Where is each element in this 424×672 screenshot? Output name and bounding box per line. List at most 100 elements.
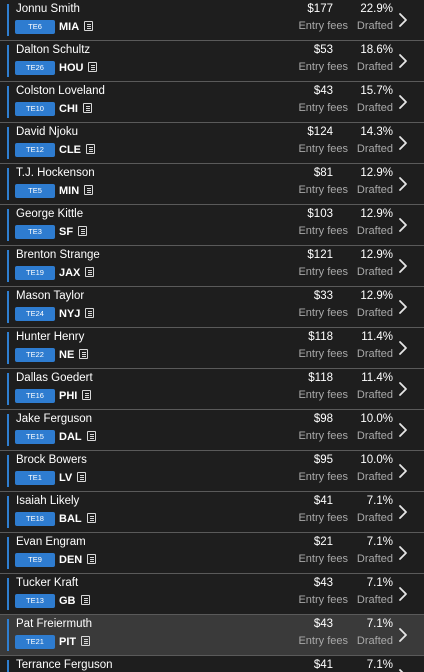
chevron-right-icon[interactable] (396, 463, 410, 479)
drafted-label: Drafted (356, 348, 393, 360)
list-item[interactable]: Mason Taylor TE24 NYJ $33 Entry fees 12.… (0, 287, 424, 328)
list-item[interactable]: Pat Freiermuth TE21 PIT $43 Entry fees 7… (0, 615, 424, 656)
chevron-right-icon[interactable] (396, 504, 410, 520)
chevron-right-icon[interactable] (396, 217, 410, 233)
drafted-percent: 10.0% (360, 413, 393, 425)
list-item[interactable]: Evan Engram TE9 DEN $21 Entry fees 7.1% … (0, 533, 424, 574)
list-item[interactable]: Jonnu Smith TE6 MIA $177 Entry fees 22.9… (0, 0, 424, 41)
chevron-right-icon[interactable] (396, 299, 410, 315)
drafted-percent: 12.9% (360, 167, 393, 179)
entry-fees-label: Entry fees (298, 225, 348, 237)
note-icon[interactable] (77, 472, 86, 482)
drafted-label: Drafted (356, 553, 393, 565)
entry-fees-label: Entry fees (298, 102, 348, 114)
position-rank-badge: TE12 (15, 143, 55, 157)
player-name: Terrance Ferguson (16, 659, 113, 671)
entry-fee-value: $43 (313, 577, 333, 589)
entry-fee-value: $43 (313, 85, 333, 97)
chevron-right-icon[interactable] (396, 422, 410, 438)
list-item[interactable]: Hunter Henry TE22 NE $118 Entry fees 11.… (0, 328, 424, 369)
position-rank-badge: TE16 (15, 389, 55, 403)
position-rank-badge: TE1 (15, 471, 55, 485)
chevron-right-icon[interactable] (396, 668, 410, 672)
drafted-percent: 7.1% (366, 659, 393, 671)
drafted-percent: 22.9% (360, 3, 393, 15)
chevron-right-icon[interactable] (396, 258, 410, 274)
list-item[interactable]: Tucker Kraft TE13 GB $43 Entry fees 7.1%… (0, 574, 424, 615)
chevron-right-icon[interactable] (396, 340, 410, 356)
list-item[interactable]: Brock Bowers TE1 LV $95 Entry fees 10.0%… (0, 451, 424, 492)
note-icon[interactable] (83, 103, 92, 113)
chevron-right-icon[interactable] (396, 12, 410, 28)
chevron-right-icon[interactable] (396, 135, 410, 151)
list-item[interactable]: T.J. Hockenson TE5 MIN $81 Entry fees 12… (0, 164, 424, 205)
player-name: Evan Engram (16, 536, 86, 548)
row-accent-bar (7, 291, 9, 323)
drafted-percent: 7.1% (366, 536, 393, 548)
position-rank-badge: TE21 (15, 635, 55, 649)
row-accent-bar (7, 250, 9, 282)
entry-fee-value: $103 (307, 208, 333, 220)
team-abbreviation: CHI (59, 103, 78, 115)
row-accent-bar (7, 373, 9, 405)
team-abbreviation: MIA (59, 21, 80, 33)
position-rank-badge: TE13 (15, 594, 55, 608)
player-name: Mason Taylor (16, 290, 85, 302)
note-icon[interactable] (88, 62, 97, 72)
drafted-percent: 18.6% (360, 44, 393, 56)
chevron-right-icon[interactable] (396, 94, 410, 110)
list-item[interactable]: George Kittle TE3 SF $103 Entry fees 12.… (0, 205, 424, 246)
entry-fees-label: Entry fees (298, 389, 348, 401)
list-item[interactable]: Dalton Schultz TE26 HOU $53 Entry fees 1… (0, 41, 424, 82)
player-name: Jake Ferguson (16, 413, 93, 425)
chevron-right-icon[interactable] (396, 53, 410, 69)
entry-fees-label: Entry fees (298, 430, 348, 442)
row-accent-bar (7, 496, 9, 528)
position-rank-badge: TE19 (15, 266, 55, 280)
list-item[interactable]: Terrance Ferguson $41 Entry fees 7.1% Dr… (0, 656, 424, 672)
entry-fee-value: $53 (313, 44, 333, 56)
note-icon[interactable] (81, 636, 90, 646)
player-name: George Kittle (16, 208, 84, 220)
list-item[interactable]: Colston Loveland TE10 CHI $43 Entry fees… (0, 82, 424, 123)
row-accent-bar (7, 455, 9, 487)
row-accent-bar (7, 127, 9, 159)
note-icon[interactable] (87, 513, 96, 523)
list-item[interactable]: Brenton Strange TE19 JAX $121 Entry fees… (0, 246, 424, 287)
row-accent-bar (7, 660, 9, 672)
chevron-right-icon[interactable] (396, 176, 410, 192)
drafted-label: Drafted (356, 635, 393, 647)
list-item[interactable]: Jake Ferguson TE15 DAL $98 Entry fees 10… (0, 410, 424, 451)
list-item[interactable]: Isaiah Likely TE18 BAL $41 Entry fees 7.… (0, 492, 424, 533)
note-icon[interactable] (81, 595, 90, 605)
chevron-right-icon[interactable] (396, 545, 410, 561)
team-abbreviation: PHI (59, 390, 78, 402)
position-rank-badge: TE22 (15, 348, 55, 362)
player-name: Jonnu Smith (16, 3, 80, 15)
chevron-right-icon[interactable] (396, 586, 410, 602)
note-icon[interactable] (79, 349, 88, 359)
entry-fee-value: $118 (308, 372, 333, 384)
note-icon[interactable] (78, 226, 87, 236)
chevron-right-icon[interactable] (396, 627, 410, 643)
note-icon[interactable] (87, 431, 96, 441)
player-name: T.J. Hockenson (16, 167, 95, 179)
list-item[interactable]: Dallas Goedert TE16 PHI $118 Entry fees … (0, 369, 424, 410)
drafted-label: Drafted (356, 20, 393, 32)
chevron-right-icon[interactable] (396, 381, 410, 397)
note-icon[interactable] (85, 308, 94, 318)
list-item[interactable]: David Njoku TE12 CLE $124 Entry fees 14.… (0, 123, 424, 164)
note-icon[interactable] (86, 144, 95, 154)
note-icon[interactable] (85, 267, 94, 277)
player-name: Brock Bowers (16, 454, 87, 466)
row-accent-bar (7, 209, 9, 241)
note-icon[interactable] (87, 554, 96, 564)
entry-fee-value: $41 (313, 495, 333, 507)
note-icon[interactable] (82, 390, 91, 400)
player-name: David Njoku (16, 126, 78, 138)
drafted-percent: 11.4% (361, 331, 393, 343)
drafted-percent: 14.3% (360, 126, 393, 138)
note-icon[interactable] (84, 21, 93, 31)
note-icon[interactable] (84, 185, 93, 195)
row-accent-bar (7, 4, 9, 36)
